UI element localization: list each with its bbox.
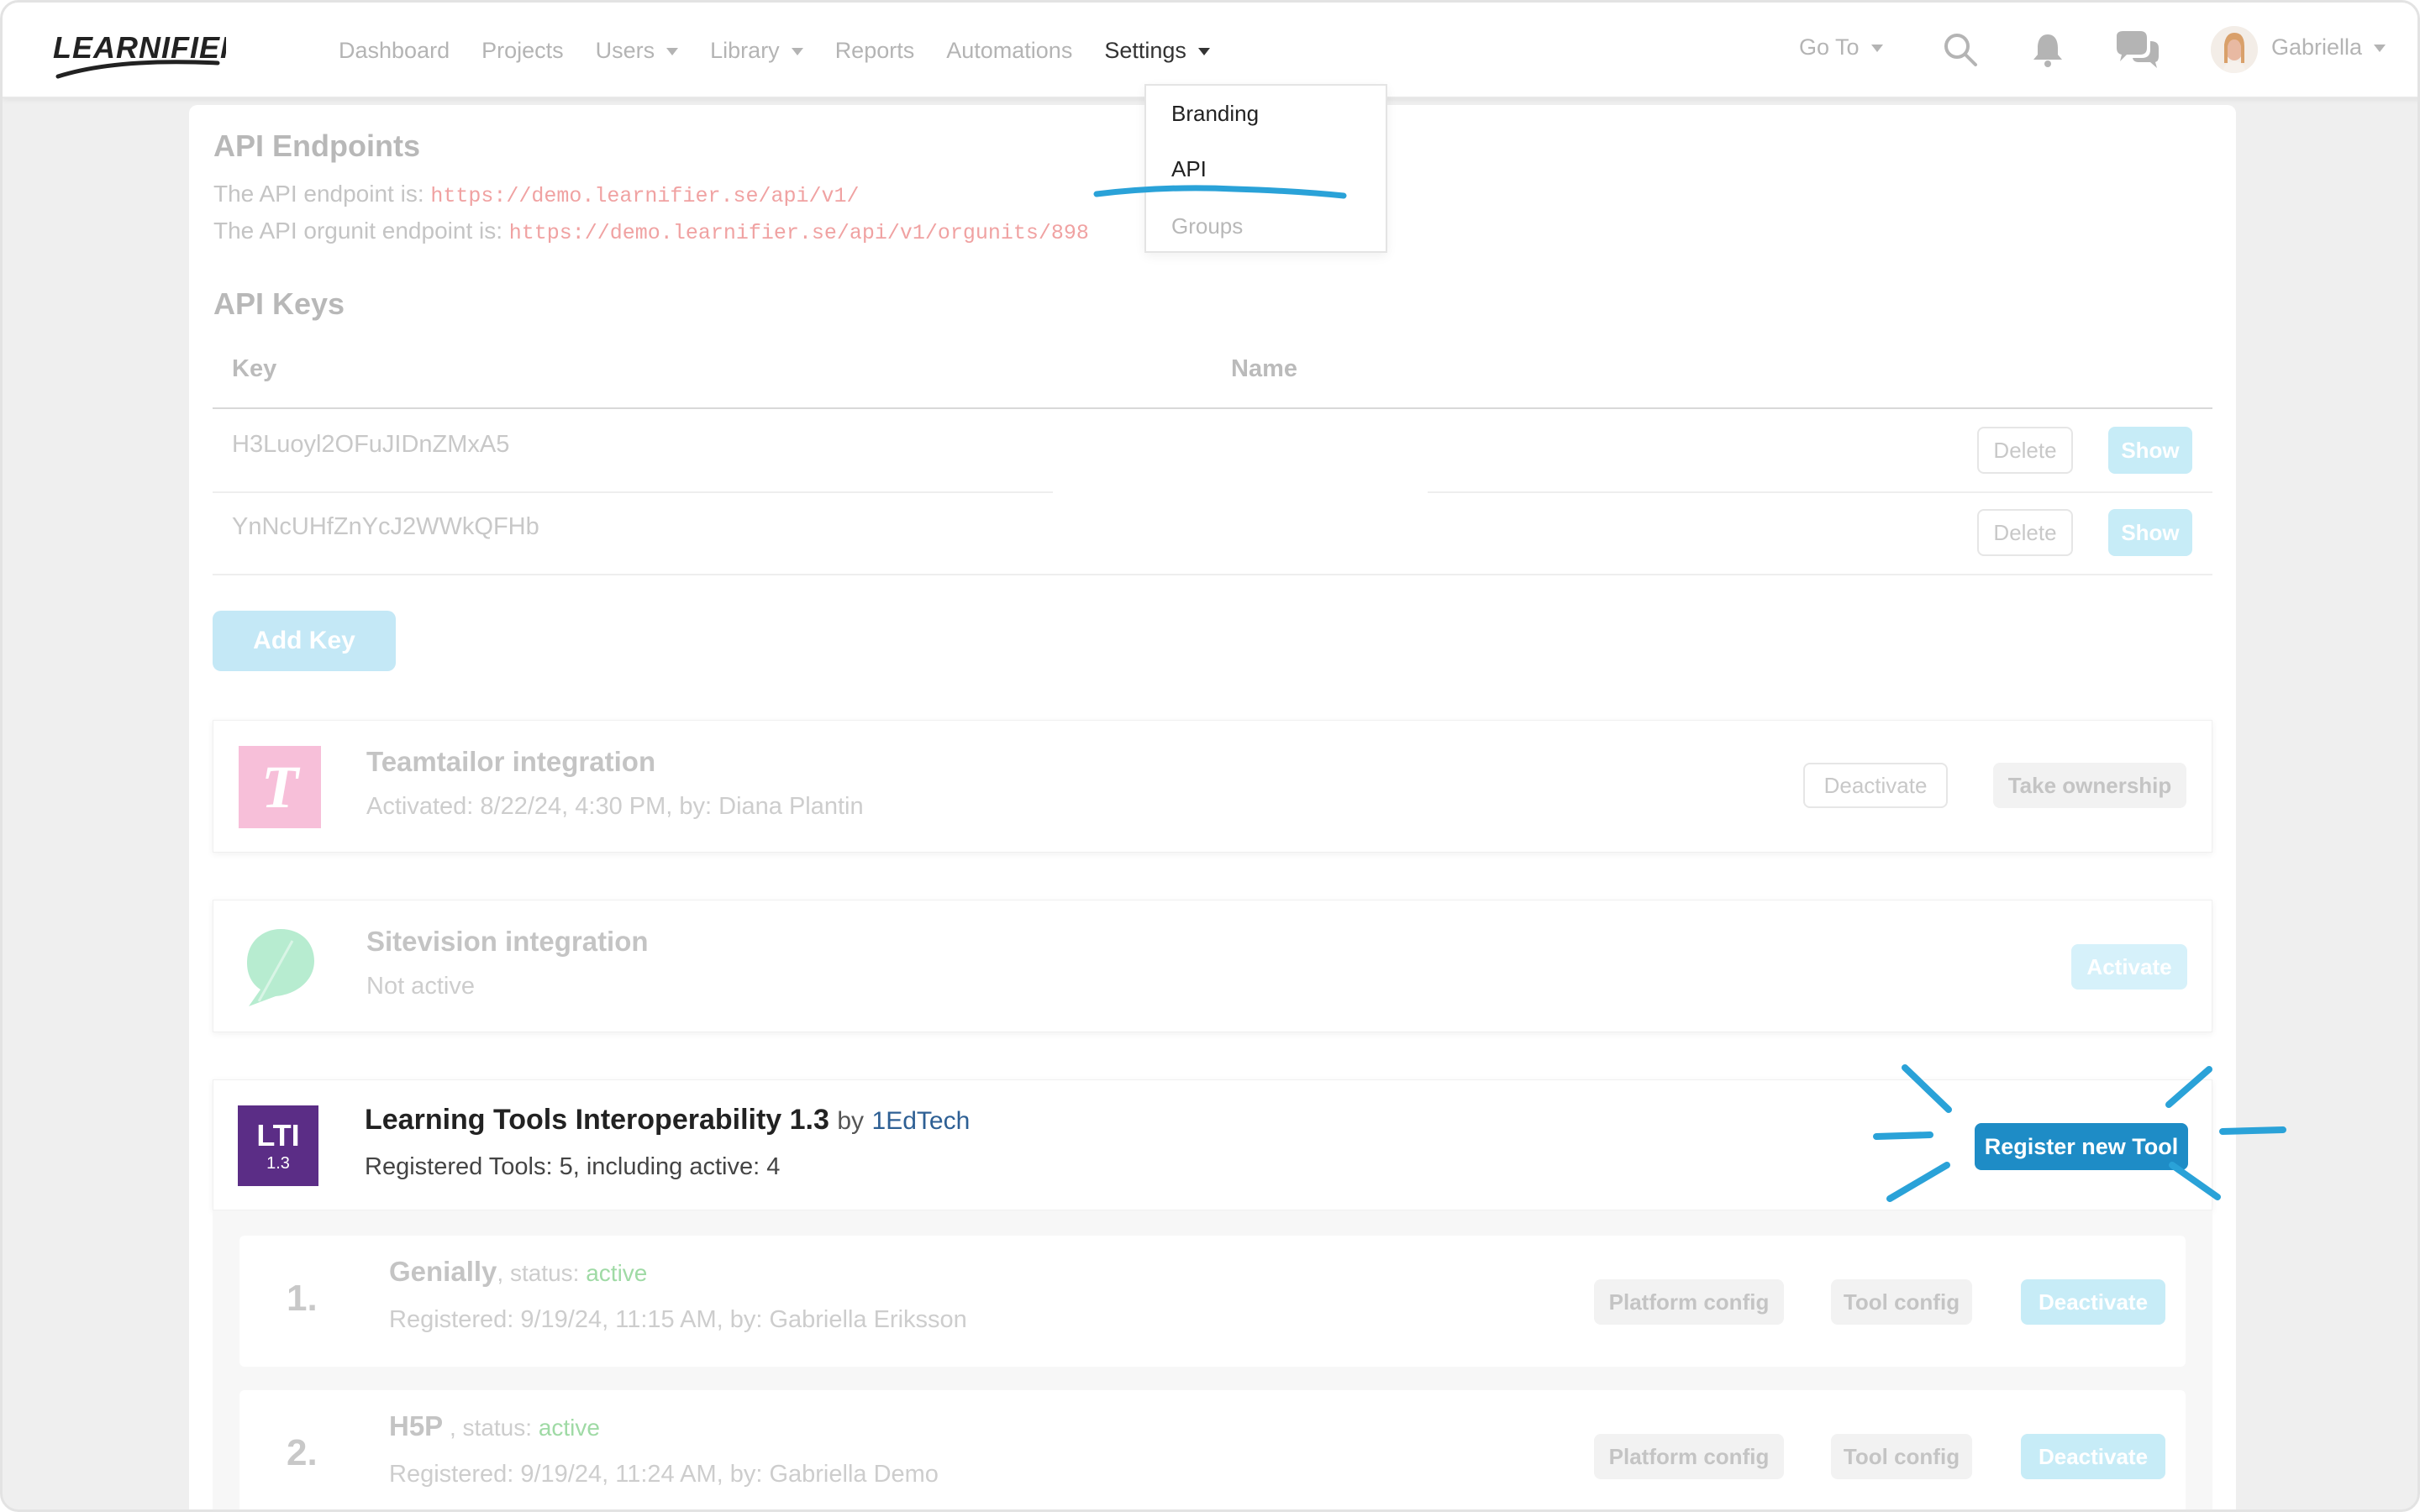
- chevron-down-icon: [791, 47, 803, 55]
- user-menu[interactable]: Gabriella: [2271, 34, 2386, 60]
- status-badge: active: [586, 1260, 648, 1286]
- nav-settings[interactable]: Settings: [1104, 38, 1210, 64]
- learnifier-logo[interactable]: LEARNIFIER: [50, 21, 226, 81]
- column-header-name: Name: [1231, 355, 1297, 382]
- annotation-underline: [1093, 185, 1347, 199]
- show-key-button[interactable]: Show: [2108, 509, 2192, 556]
- teamtailor-logo: T: [239, 746, 321, 828]
- list-item: 1. Genially, status: active Registered: …: [239, 1236, 2186, 1367]
- sitevision-logo: [247, 929, 314, 1006]
- settings-dropdown: Branding API Groups: [1144, 84, 1387, 253]
- column-header-key: Key: [232, 355, 277, 382]
- delete-key-button[interactable]: Delete: [1977, 509, 2073, 556]
- svg-text:LEARNIFIER: LEARNIFIER: [53, 30, 226, 65]
- api-endpoint-url[interactable]: https://demo.learnifier.se/api/v1/: [430, 184, 859, 208]
- row-divider: [1428, 491, 2212, 493]
- list-item: 2. H5P , status: active Registered: 9/19…: [239, 1390, 2186, 1509]
- lti-title: Learning Tools Interoperability 1.3 by 1…: [365, 1104, 971, 1136]
- nav-users[interactable]: Users: [596, 38, 679, 64]
- main-nav: Dashboard Projects Users Library Reports…: [339, 3, 1242, 98]
- deactivate-tool-button[interactable]: Deactivate: [2021, 1279, 2165, 1325]
- tool-config-button[interactable]: Tool config: [1831, 1279, 1972, 1325]
- api-key-value: H3Luoyl2OFuJIDnZMxA5: [232, 431, 510, 458]
- menu-item-branding[interactable]: Branding: [1171, 101, 1259, 127]
- menu-item-groups[interactable]: Groups: [1171, 213, 1243, 239]
- nav-dashboard[interactable]: Dashboard: [339, 38, 450, 64]
- chevron-down-icon: [666, 47, 679, 55]
- api-endpoints-title: API Endpoints: [213, 129, 420, 163]
- platform-config-button[interactable]: Platform config: [1594, 1434, 1784, 1479]
- nav-projects[interactable]: Projects: [481, 38, 564, 64]
- avatar[interactable]: [2211, 26, 2258, 73]
- activate-button[interactable]: Activate: [2071, 944, 2187, 990]
- add-key-button[interactable]: Add Key: [213, 611, 396, 671]
- menu-item-api[interactable]: API: [1171, 156, 1207, 182]
- chat-icon[interactable]: [2113, 29, 2162, 70]
- status-badge: active: [538, 1415, 600, 1441]
- show-key-button[interactable]: Show: [2108, 427, 2192, 474]
- tool-name: Genially, status: active: [389, 1256, 648, 1287]
- table-header-divider: [213, 407, 2212, 409]
- nav-reports[interactable]: Reports: [835, 38, 915, 64]
- lti-logo: LTI 1.3: [238, 1105, 318, 1186]
- sitevision-status: Not active: [366, 973, 475, 1000]
- delete-key-button[interactable]: Delete: [1977, 427, 2073, 474]
- bell-icon[interactable]: [2028, 29, 2068, 70]
- api-keys-title: API Keys: [213, 286, 345, 321]
- tool-name: H5P , status: active: [389, 1410, 600, 1441]
- nav-automations[interactable]: Automations: [946, 38, 1072, 64]
- sitevision-title: Sitevision integration: [366, 926, 649, 957]
- app-window: LEARNIFIER Dashboard Projects Users Libr…: [0, 0, 2420, 1512]
- lti-registered-count: Registered Tools: 5, including active: 4: [365, 1153, 781, 1180]
- chevron-down-icon: [1870, 45, 1883, 52]
- sitevision-integration: Sitevision integration Not active Activa…: [213, 900, 2212, 1032]
- tool-registered: Registered: 9/19/24, 11:15 AM, by: Gabri…: [389, 1306, 967, 1333]
- row-divider: [213, 491, 1053, 493]
- nav-library[interactable]: Library: [710, 38, 803, 64]
- orgunit-endpoint-line: The API orgunit endpoint is: https://dem…: [213, 218, 1089, 245]
- chevron-down-icon: [2374, 45, 2386, 52]
- row-divider: [213, 574, 2212, 575]
- teamtailor-integration: T Teamtailor integration Activated: 8/22…: [213, 720, 2212, 853]
- take-ownership-button[interactable]: Take ownership: [1993, 763, 2186, 808]
- teamtailor-title: Teamtailor integration: [366, 746, 656, 777]
- api-endpoint-line: The API endpoint is: https://demo.learni…: [213, 181, 860, 208]
- annotation-highlight-marks: [1873, 1064, 2286, 1202]
- teamtailor-status: Activated: 8/22/24, 4:30 PM, by: Diana P…: [366, 793, 864, 820]
- tool-number: 2.: [287, 1432, 318, 1473]
- deactivate-tool-button[interactable]: Deactivate: [2021, 1434, 2165, 1479]
- tool-number: 1.: [287, 1278, 318, 1319]
- orgunit-endpoint-url[interactable]: https://demo.learnifier.se/api/v1/orguni…: [509, 221, 1089, 245]
- api-key-value: YnNcUHfZnYcJ2WWkQFHb: [232, 513, 539, 540]
- search-icon[interactable]: [1940, 29, 1981, 70]
- goto-menu[interactable]: Go To: [1799, 34, 1883, 60]
- vendor-link[interactable]: 1EdTech: [872, 1107, 971, 1135]
- chevron-down-icon: [1197, 47, 1210, 55]
- deactivate-button[interactable]: Deactivate: [1803, 763, 1948, 808]
- tool-config-button[interactable]: Tool config: [1831, 1434, 1972, 1479]
- platform-config-button[interactable]: Platform config: [1594, 1279, 1784, 1325]
- tool-registered: Registered: 9/19/24, 11:24 AM, by: Gabri…: [389, 1461, 939, 1488]
